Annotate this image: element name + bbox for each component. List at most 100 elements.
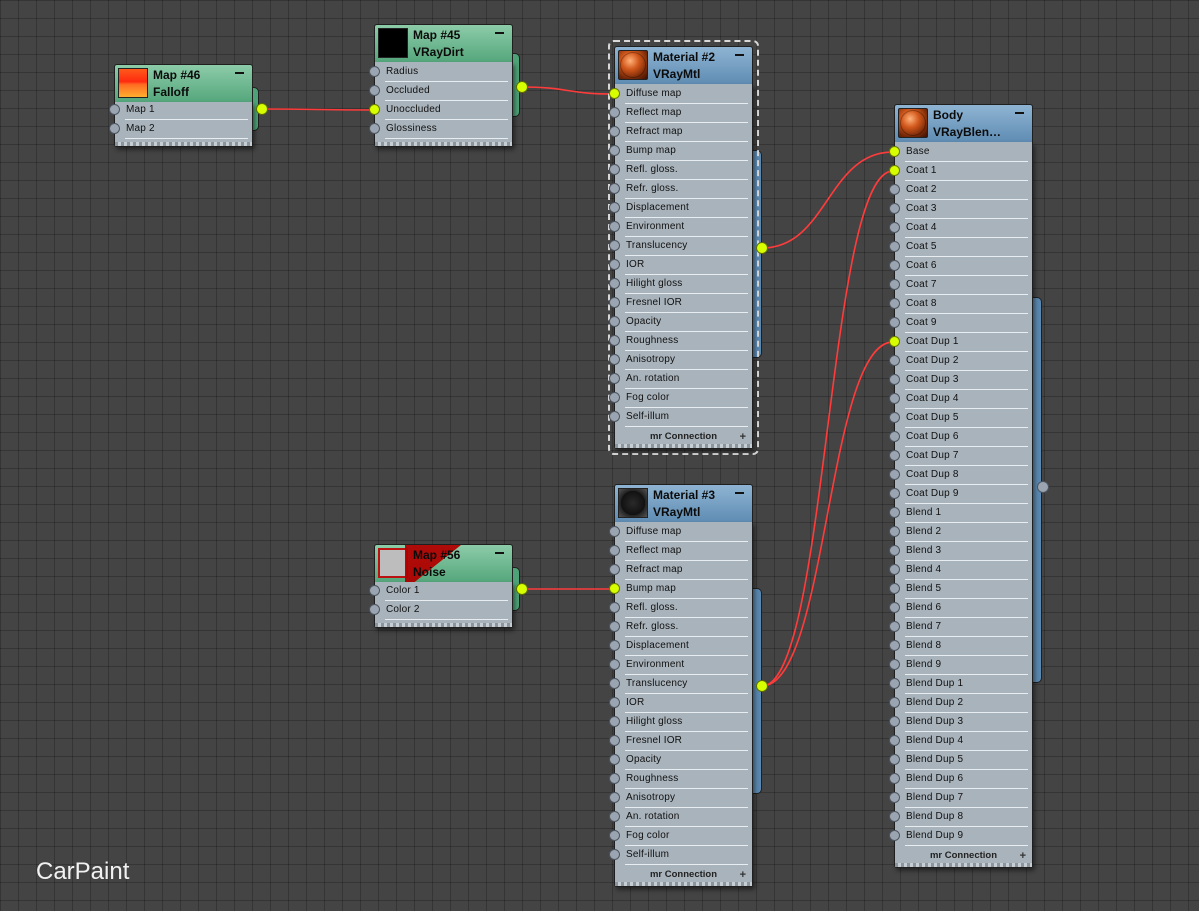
material2-input-port-opacity[interactable] bbox=[609, 316, 620, 327]
material2-mr-connection-rollout[interactable]: mr Connection + bbox=[615, 431, 752, 444]
material2-slot-displacement[interactable]: Displacement bbox=[609, 199, 752, 218]
expand-plus-icon[interactable]: + bbox=[1020, 850, 1026, 862]
body-mr-connection-rollout[interactable]: mr Connection + bbox=[895, 850, 1032, 863]
noise-slot-color-1[interactable]: Color 1 bbox=[369, 582, 512, 601]
material2-input-port-refl-gloss[interactable] bbox=[609, 164, 620, 175]
body-input-port-coat-dup-3[interactable] bbox=[889, 374, 900, 385]
noise-slot-color-2[interactable]: Color 2 bbox=[369, 601, 512, 620]
material2-slot-hilight-gloss[interactable]: Hilight gloss bbox=[609, 275, 752, 294]
body-slot-coat-dup-9[interactable]: Coat Dup 9 bbox=[889, 485, 1032, 504]
vraydirt-slot-glossiness[interactable]: Glossiness bbox=[369, 120, 512, 139]
body-slot-coat-dup-8[interactable]: Coat Dup 8 bbox=[889, 466, 1032, 485]
body-input-port-coat-5[interactable] bbox=[889, 241, 900, 252]
material3-input-port-diffuse-map[interactable] bbox=[609, 526, 620, 537]
material3-node-header[interactable]: Material #3 VRayMtl bbox=[614, 484, 753, 522]
material2-node[interactable]: Material #2 VRayMtl Diffuse map Reflect map… bbox=[609, 46, 753, 449]
material3-slot-environment[interactable]: Environment bbox=[609, 656, 752, 675]
material2-slot-fog-color[interactable]: Fog color bbox=[609, 389, 752, 408]
material3-slot-ior[interactable]: IOR bbox=[609, 694, 752, 713]
material3-slot-fresnel-ior[interactable]: Fresnel IOR bbox=[609, 732, 752, 751]
material2-slot-anisotropy[interactable]: Anisotropy bbox=[609, 351, 752, 370]
body-input-port-blend-dup-2[interactable] bbox=[889, 697, 900, 708]
body-input-port-coat-dup-6[interactable] bbox=[889, 431, 900, 442]
wire-material3-to-body[interactable] bbox=[761, 341, 894, 687]
material2-slot-ior[interactable]: IOR bbox=[609, 256, 752, 275]
material2-slot-diffuse-map[interactable]: Diffuse map bbox=[609, 85, 752, 104]
body-slot-coat-dup-4[interactable]: Coat Dup 4 bbox=[889, 390, 1032, 409]
body-input-port-blend-dup-6[interactable] bbox=[889, 773, 900, 784]
resize-grip[interactable] bbox=[375, 623, 512, 627]
body-slot-blend-dup-4[interactable]: Blend Dup 4 bbox=[889, 732, 1032, 751]
noise-node-header[interactable]: Map #56 Noise bbox=[374, 544, 513, 583]
body-slot-blend-5[interactable]: Blend 5 bbox=[889, 580, 1032, 599]
vraydirt-slot-occluded[interactable]: Occluded bbox=[369, 82, 512, 101]
material3-input-port-hilight-gloss[interactable] bbox=[609, 716, 620, 727]
body-slot-blend-dup-5[interactable]: Blend Dup 5 bbox=[889, 751, 1032, 770]
material3-slot-displacement[interactable]: Displacement bbox=[609, 637, 752, 656]
falloff-input-port-map-1[interactable] bbox=[109, 104, 120, 115]
wire-falloff-to-vraydirt[interactable] bbox=[261, 108, 374, 111]
body-slot-coat-3[interactable]: Coat 3 bbox=[889, 200, 1032, 219]
body-slot-coat-8[interactable]: Coat 8 bbox=[889, 295, 1032, 314]
minimize-icon[interactable] bbox=[235, 72, 244, 74]
material3-input-port-refr-gloss[interactable] bbox=[609, 621, 620, 632]
body-slot-blend-8[interactable]: Blend 8 bbox=[889, 637, 1032, 656]
material2-slot-opacity[interactable]: Opacity bbox=[609, 313, 752, 332]
minimize-icon[interactable] bbox=[735, 492, 744, 494]
minimize-icon[interactable] bbox=[1015, 112, 1024, 114]
material3-slot-reflect-map[interactable]: Reflect map bbox=[609, 542, 752, 561]
material3-slot-an-rotation[interactable]: An. rotation bbox=[609, 808, 752, 827]
material2-input-port-refr-gloss[interactable] bbox=[609, 183, 620, 194]
minimize-icon[interactable] bbox=[735, 54, 744, 56]
material3-slot-roughness[interactable]: Roughness bbox=[609, 770, 752, 789]
material3-slot-self-illum[interactable]: Self-illum bbox=[609, 846, 752, 865]
body-slot-blend-dup-9[interactable]: Blend Dup 9 bbox=[889, 827, 1032, 846]
material2-slot-an-rotation[interactable]: An. rotation bbox=[609, 370, 752, 389]
material3-input-port-roughness[interactable] bbox=[609, 773, 620, 784]
material3-node[interactable]: Material #3 VRayMtl Diffuse map Reflect map… bbox=[609, 484, 753, 887]
body-slot-coat-6[interactable]: Coat 6 bbox=[889, 257, 1032, 276]
material3-input-port-translucency[interactable] bbox=[609, 678, 620, 689]
material3-slot-refl-gloss[interactable]: Refl. gloss. bbox=[609, 599, 752, 618]
body-slot-blend-7[interactable]: Blend 7 bbox=[889, 618, 1032, 637]
body-input-port-blend-dup-7[interactable] bbox=[889, 792, 900, 803]
material2-input-port-roughness[interactable] bbox=[609, 335, 620, 346]
material3-input-port-refl-gloss[interactable] bbox=[609, 602, 620, 613]
wire-vraydirt-to-material2[interactable] bbox=[521, 86, 614, 95]
material2-slot-environment[interactable]: Environment bbox=[609, 218, 752, 237]
material3-output-port[interactable] bbox=[756, 680, 768, 692]
body-slot-blend-1[interactable]: Blend 1 bbox=[889, 504, 1032, 523]
body-input-port-coat-3[interactable] bbox=[889, 203, 900, 214]
resize-grip[interactable] bbox=[615, 882, 752, 886]
material2-slot-fresnel-ior[interactable]: Fresnel IOR bbox=[609, 294, 752, 313]
body-node-header[interactable]: Body VRayBlen… bbox=[894, 104, 1033, 142]
body-input-port-coat-dup-1[interactable] bbox=[889, 336, 900, 347]
body-slot-coat-2[interactable]: Coat 2 bbox=[889, 181, 1032, 200]
minimize-icon[interactable] bbox=[495, 552, 504, 554]
body-input-port-blend-dup-4[interactable] bbox=[889, 735, 900, 746]
material2-input-port-ior[interactable] bbox=[609, 259, 620, 270]
material3-slot-anisotropy[interactable]: Anisotropy bbox=[609, 789, 752, 808]
material3-input-port-fog-color[interactable] bbox=[609, 830, 620, 841]
material2-slot-refract-map[interactable]: Refract map bbox=[609, 123, 752, 142]
material2-slot-refr-gloss[interactable]: Refr. gloss. bbox=[609, 180, 752, 199]
material3-input-port-opacity[interactable] bbox=[609, 754, 620, 765]
vraydirt-node-header[interactable]: Map #45 VRayDirt bbox=[374, 24, 513, 62]
material2-input-port-hilight-gloss[interactable] bbox=[609, 278, 620, 289]
noise-node[interactable]: Map #56 Noise Color 1 Color 2 bbox=[369, 544, 513, 628]
body-slot-blend-4[interactable]: Blend 4 bbox=[889, 561, 1032, 580]
material3-input-port-ior[interactable] bbox=[609, 697, 620, 708]
noise-output-port[interactable] bbox=[516, 583, 528, 595]
noise-input-port-color-1[interactable] bbox=[369, 585, 380, 596]
body-input-port-coat-1[interactable] bbox=[889, 165, 900, 176]
vraydirt-input-port-glossiness[interactable] bbox=[369, 123, 380, 134]
body-input-port-blend-dup-5[interactable] bbox=[889, 754, 900, 765]
body-input-port-blend-dup-1[interactable] bbox=[889, 678, 900, 689]
body-slot-coat-dup-7[interactable]: Coat Dup 7 bbox=[889, 447, 1032, 466]
body-slot-base[interactable]: Base bbox=[889, 143, 1032, 162]
material3-slot-translucency[interactable]: Translucency bbox=[609, 675, 752, 694]
body-input-port-blend-8[interactable] bbox=[889, 640, 900, 651]
body-slot-blend-dup-6[interactable]: Blend Dup 6 bbox=[889, 770, 1032, 789]
material3-input-port-environment[interactable] bbox=[609, 659, 620, 670]
body-input-port-coat-dup-8[interactable] bbox=[889, 469, 900, 480]
